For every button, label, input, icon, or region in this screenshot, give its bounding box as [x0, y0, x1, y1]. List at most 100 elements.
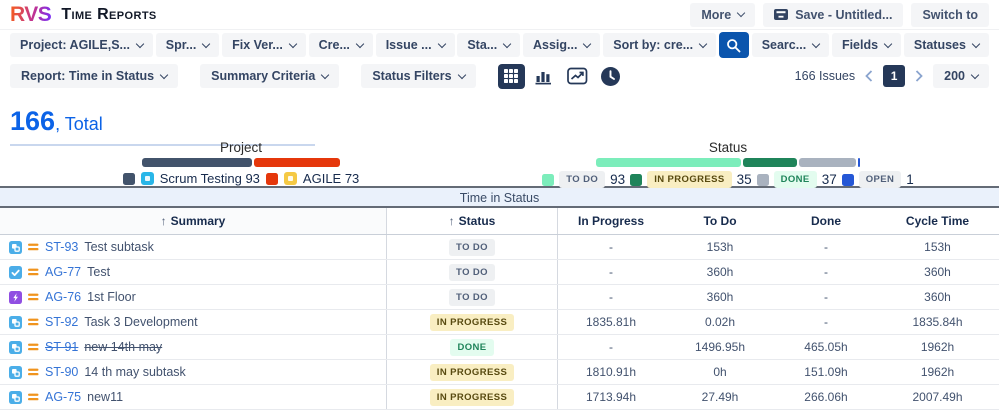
filter-dropdown-right-2[interactable]: Statuses: [903, 33, 989, 57]
cycle-time-value: 1835.84h: [912, 315, 963, 329]
status-legend: Status TO DO 93 IN PROGRESS 35 DONE 37 OPEN 1: [542, 140, 914, 188]
filter-dropdown-right-1[interactable]: Fields: [831, 33, 902, 57]
page-size-dropdown[interactable]: 200: [933, 64, 989, 88]
chevron-down-icon: [202, 39, 211, 48]
issue-summary: Test: [87, 265, 111, 279]
project-legend-items: Scrum Testing 93 AGILE 73: [122, 171, 359, 186]
issue-key-link[interactable]: AG-77: [45, 265, 81, 279]
filter-label: Issue ...: [385, 38, 432, 52]
report-dropdown-1[interactable]: Summary Criteria: [200, 64, 340, 88]
done-value: 151.09h: [804, 365, 848, 379]
table-view-icon[interactable]: [497, 63, 525, 89]
project-avatar-icon: [140, 172, 154, 185]
next-page-icon[interactable]: [914, 70, 924, 82]
filter-dropdown-right-0[interactable]: Searc...: [751, 33, 830, 57]
table-row: AG-77 Test TO DO - 360h - 360h: [0, 260, 999, 285]
chevron-down-icon: [502, 39, 512, 48]
issue-key-link[interactable]: ST-92: [45, 315, 78, 329]
filter-dropdown-0[interactable]: Project: AGILE,S...: [10, 33, 153, 57]
summary-cell: AG-75 new11: [0, 385, 387, 409]
filter-dropdown-2[interactable]: Fix Ver...: [222, 33, 306, 57]
filter-label: Searc...: [761, 38, 807, 52]
done-value: -: [824, 265, 828, 279]
report-dropdown-label: Summary Criteria: [211, 69, 316, 83]
issue-key-link[interactable]: AG-75: [45, 390, 81, 404]
column-header-to-do[interactable]: To Do: [664, 214, 776, 228]
sort-asc-icon: ↑: [160, 214, 167, 228]
status-badge: TO DO: [449, 263, 495, 281]
column-header-status[interactable]: ↑ Status: [387, 208, 558, 234]
status-badge: TO DO: [559, 171, 606, 188]
summary-cell: ST-92 Task 3 Development: [0, 310, 387, 334]
status-badge: IN PROGRESS: [647, 171, 732, 188]
to-do-value: 153h: [706, 240, 734, 254]
bar-segment-scrum-testing: [142, 158, 252, 167]
filter-dropdown-7[interactable]: Sort by: cre...: [603, 33, 717, 57]
status-badge: TO DO: [449, 288, 495, 306]
filter-dropdown-1[interactable]: Spr...: [155, 33, 220, 57]
prev-page-icon[interactable]: [864, 70, 874, 82]
project-legend: Project Scrum Testing 93 AGILE 73: [122, 140, 359, 186]
cycle-time-value: 153h: [924, 240, 951, 254]
top-bar: RVS Time Reports More Save - Untitled... S…: [0, 0, 999, 30]
topbar-button-switch-to[interactable]: Switch to: [911, 2, 989, 27]
status-count: 35: [736, 172, 752, 187]
filter-label: Sort by: cre...: [613, 38, 694, 52]
total-label: , Total: [55, 114, 103, 134]
issue-key-link[interactable]: ST-93: [45, 240, 78, 254]
legend-swatch: [265, 172, 278, 185]
filter-label: Cre...: [318, 38, 350, 52]
in-progress-value: -: [609, 265, 613, 279]
current-page-button[interactable]: 1: [883, 65, 906, 87]
button-label: Switch to: [922, 7, 978, 22]
status-cell: IN PROGRESS: [387, 310, 558, 334]
issue-summary: 1st Floor: [87, 290, 136, 304]
report-bar: Report: Time in Status Summary Criteria St…: [0, 60, 999, 92]
subtask-icon: [9, 365, 22, 379]
chevron-down-icon: [970, 70, 980, 79]
topbar-button-more[interactable]: More: [690, 2, 756, 27]
legend-area: Project Scrum Testing 93 AGILE 73 Status …: [0, 140, 999, 188]
issue-key-link[interactable]: ST-90: [45, 365, 78, 379]
table-row: ST-93 Test subtask TO DO - 153h - 153h: [0, 235, 999, 260]
priority-medium-icon: [28, 242, 39, 252]
bar-segment-done: [798, 158, 857, 167]
project-avatar-icon: [283, 172, 297, 185]
chevron-down-icon: [159, 70, 169, 79]
priority-medium-icon: [28, 267, 39, 277]
chevron-down-icon: [883, 39, 893, 48]
column-header-done[interactable]: Done: [776, 214, 876, 228]
table-body: ST-93 Test subtask TO DO - 153h - 153h AG-77 Tes…: [0, 235, 999, 410]
search-icon: [726, 38, 741, 53]
report-dropdown-0[interactable]: Report: Time in Status: [10, 64, 179, 88]
filter-dropdown-6[interactable]: Assig...: [522, 33, 601, 57]
bar-segment-agile: [253, 158, 340, 167]
issue-key-link[interactable]: ST-91: [45, 340, 78, 354]
table-header-row: ↑ Summary ↑ Status In Progress To Do Done Cycle…: [0, 208, 999, 235]
filter-dropdown-5[interactable]: Sta...: [457, 33, 521, 57]
issue-key-link[interactable]: AG-76: [45, 290, 81, 304]
filter-dropdown-4[interactable]: Issue ...: [375, 33, 455, 57]
status-badge: IN PROGRESS: [429, 313, 515, 331]
filter-label: Sta...: [467, 38, 498, 52]
legend-swatch: [756, 173, 769, 186]
status-badge: OPEN: [858, 171, 902, 188]
bar-chart-view-icon[interactable]: [531, 64, 558, 89]
filter-label: Statuses: [913, 38, 966, 52]
status-cell: TO DO: [387, 235, 558, 259]
clock-view-icon[interactable]: [597, 64, 624, 89]
filter-dropdown-3[interactable]: Cre...: [308, 33, 373, 57]
line-chart-view-icon[interactable]: [564, 64, 591, 89]
save-icon: [774, 8, 789, 21]
search-button[interactable]: [718, 32, 749, 58]
column-header-in-progress[interactable]: In Progress: [558, 214, 664, 228]
column-header-cycle-time[interactable]: Cycle Time: [876, 214, 999, 228]
filter-label: Fix Ver...: [232, 38, 283, 52]
done-value: 465.05h: [804, 340, 848, 354]
chevron-down-icon: [583, 39, 592, 48]
priority-medium-icon: [28, 317, 39, 327]
topbar-button-save-untitled[interactable]: Save - Untitled...: [763, 2, 904, 27]
report-dropdown-2[interactable]: Status Filters: [361, 64, 476, 88]
subtask-icon: [9, 390, 22, 404]
column-header-summary[interactable]: ↑ Summary: [0, 208, 387, 234]
